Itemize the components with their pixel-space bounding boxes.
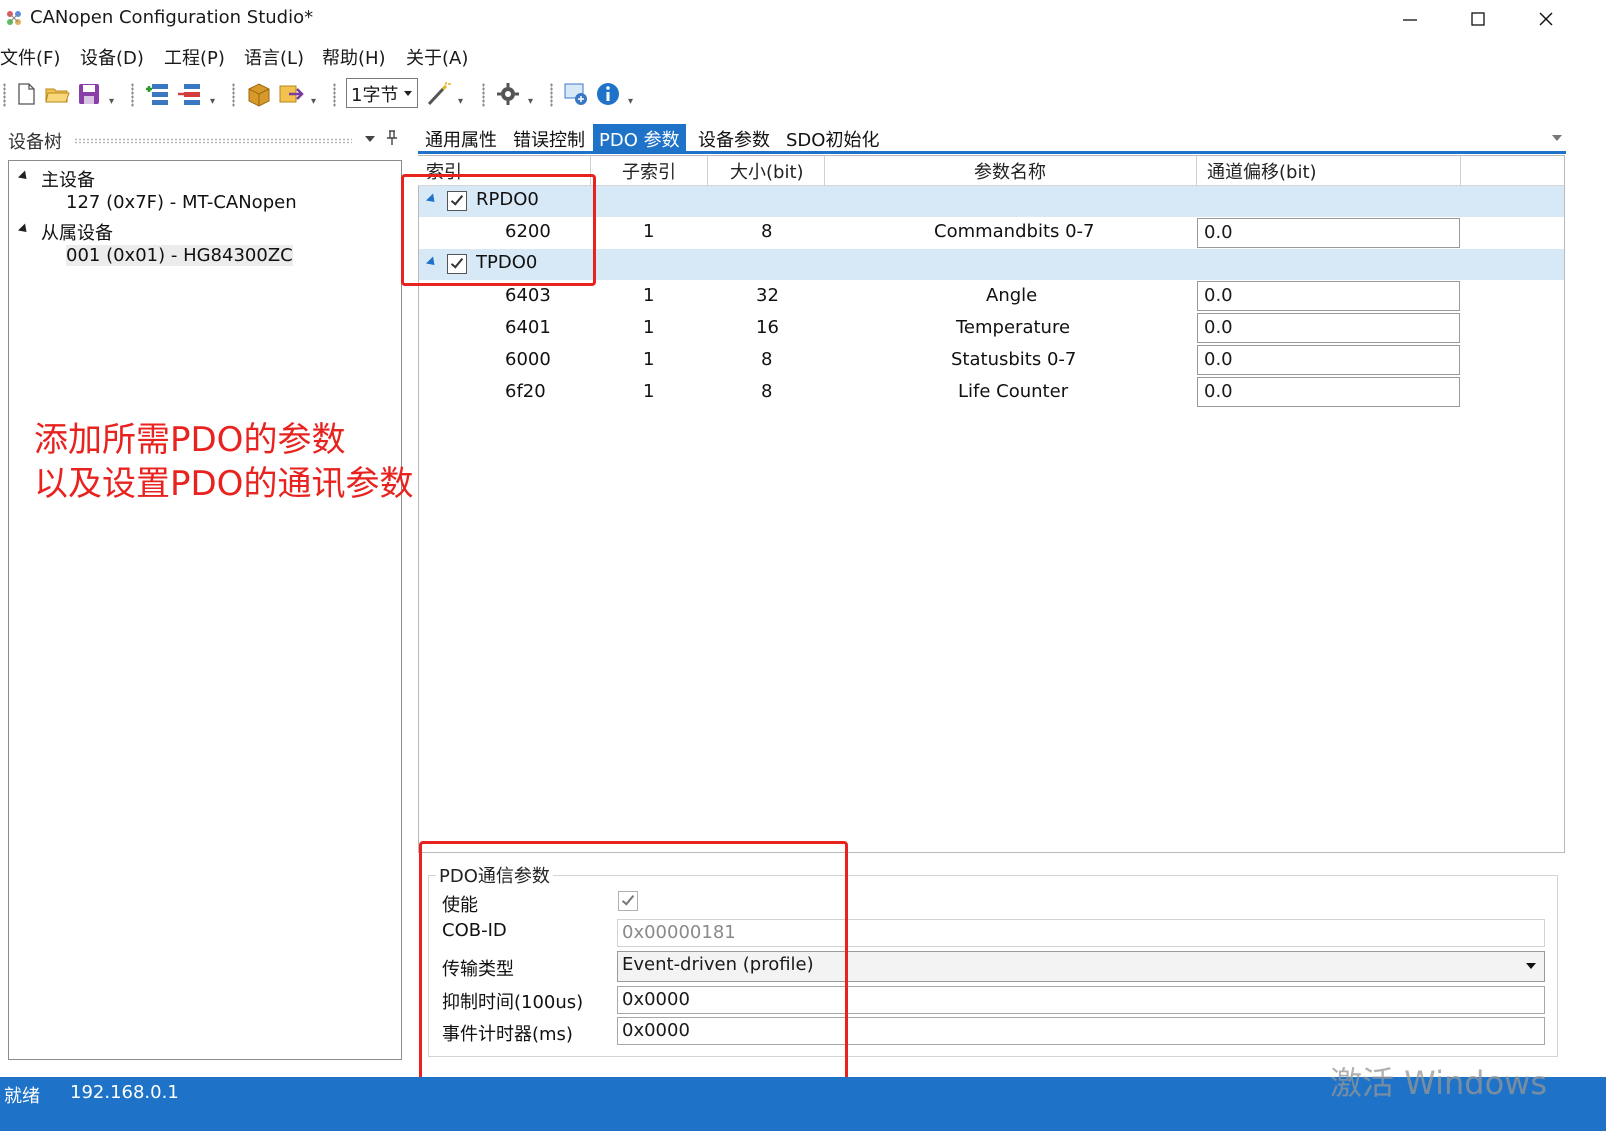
cell-size: 8 (761, 221, 773, 242)
settings-dropdown-icon[interactable]: ▾ (528, 96, 533, 107)
column-divider[interactable] (1196, 156, 1197, 186)
menu-about[interactable]: 关于(A) (406, 44, 468, 70)
menu-bar (0, 40, 1606, 72)
offset-input[interactable]: 0.0 (1197, 313, 1460, 343)
toolbar-grip[interactable] (550, 83, 553, 107)
menu-device[interactable]: 设备(D) (80, 44, 144, 70)
cell-param-name: Temperature (956, 317, 1071, 338)
cell-param-name: Life Counter (958, 381, 1069, 402)
chevron-down-icon (1526, 963, 1536, 969)
tree-node-master-device[interactable]: 127 (0x7F) - MT-CANopen (66, 192, 297, 213)
export-dropdown-icon[interactable]: ▾ (311, 96, 316, 107)
chevron-down-icon (404, 91, 412, 96)
cell-param-name: Angle (986, 285, 1038, 306)
save-dropdown-icon[interactable]: ▾ (109, 96, 114, 107)
magic-wand-icon[interactable] (424, 80, 452, 108)
toolbar-grip[interactable] (333, 83, 336, 107)
tab-pdo[interactable]: PDO 参数 (593, 124, 686, 153)
minimize-icon (1403, 19, 1417, 21)
tab-strip-underline (418, 151, 1566, 154)
column-header-subindex[interactable]: 子索引 (622, 158, 676, 184)
tree-node-slaves[interactable]: 从属设备 (41, 219, 113, 245)
cell-subindex: 1 (643, 285, 655, 306)
device-tree (8, 160, 402, 1060)
info-icon[interactable] (594, 80, 622, 108)
toolbar (0, 74, 1606, 120)
tab-device-params[interactable]: 设备参数 (692, 124, 776, 153)
offset-input[interactable]: 0.0 (1197, 345, 1460, 375)
byte-size-value: 1字节 (351, 85, 399, 106)
settings-gear-icon[interactable] (494, 80, 522, 108)
offset-input[interactable]: 0.0 (1197, 218, 1460, 248)
close-button[interactable] (1512, 0, 1580, 38)
package-icon[interactable] (245, 80, 273, 108)
tab-error-control[interactable]: 错误控制 (507, 124, 591, 153)
highlight-box-pdo-groups (401, 174, 596, 286)
tree-node-slave-device[interactable]: 001 (0x01) - HG84300ZC (66, 245, 293, 266)
cell-size: 32 (756, 285, 779, 306)
column-header-offset[interactable]: 通道偏移(bit) (1207, 158, 1317, 184)
tab-general[interactable]: 通用属性 (419, 124, 503, 153)
cell-subindex: 1 (643, 221, 655, 242)
cell-param-name: Commandbits 0-7 (934, 221, 1095, 242)
tab-sdo-init[interactable]: SDO初始化 (780, 124, 885, 153)
column-header-param-name[interactable]: 参数名称 (974, 158, 1046, 184)
activation-watermark: 激活 Windows (1330, 1064, 1548, 1102)
column-divider[interactable] (707, 156, 708, 186)
column-divider[interactable] (1460, 156, 1461, 186)
open-folder-icon[interactable] (43, 80, 71, 108)
menu-help[interactable]: 帮助(H) (322, 44, 386, 70)
toolbar-grip[interactable] (3, 83, 6, 107)
byte-size-select[interactable]: 1字节 (346, 78, 418, 108)
cell-size: 8 (761, 381, 773, 402)
offset-input[interactable]: 0.0 (1197, 377, 1460, 407)
new-file-icon[interactable] (12, 80, 40, 108)
annotation-line-1: 添加所需PDO的参数 (34, 420, 346, 460)
add-device-icon[interactable] (144, 80, 172, 108)
window-title: CANopen Configuration Studio* (30, 7, 314, 28)
toolbar-grip[interactable] (131, 83, 134, 107)
cell-subindex: 1 (643, 317, 655, 338)
offset-input[interactable]: 0.0 (1197, 281, 1460, 311)
panel-drag-handle[interactable] (74, 138, 352, 144)
column-header-size[interactable]: 大小(bit) (730, 158, 804, 184)
cell-param-name: Statusbits 0-7 (951, 349, 1077, 370)
export-icon[interactable] (277, 80, 305, 108)
monitor-icon[interactable] (562, 80, 590, 108)
cell-index: 6403 (505, 285, 551, 306)
app-logo-icon (7, 11, 21, 25)
tab-overflow-icon[interactable] (1552, 135, 1562, 141)
save-icon[interactable] (75, 80, 103, 108)
maximize-icon (1471, 12, 1485, 26)
menu-file[interactable]: 文件(F) (0, 44, 60, 70)
annotation-line-2: 以及设置PDO的通讯参数 (34, 464, 414, 504)
column-divider[interactable] (824, 156, 825, 186)
device-dropdown-icon[interactable]: ▾ (210, 96, 215, 107)
status-text: 就绪 (4, 1086, 40, 1107)
highlight-box-pdo-comm (419, 841, 848, 1081)
cell-subindex: 1 (643, 349, 655, 370)
cell-index: 6401 (505, 317, 551, 338)
panel-menu-chevron-icon[interactable] (364, 134, 376, 144)
cell-index: 6000 (505, 349, 551, 370)
cell-subindex: 1 (643, 381, 655, 402)
maximize-button[interactable] (1444, 0, 1512, 38)
toolbar-grip[interactable] (482, 83, 485, 107)
info-dropdown-icon[interactable]: ▾ (628, 96, 633, 107)
tree-node-master[interactable]: 主设备 (41, 166, 95, 192)
remove-device-icon[interactable] (176, 80, 204, 108)
device-tree-header: 设备树 (8, 132, 62, 153)
annotation-text: 添加所需PDO的参数 以及设置PDO的通讯参数 (34, 418, 413, 506)
menu-language[interactable]: 语言(L) (244, 44, 304, 70)
toolbar-grip[interactable] (232, 83, 235, 107)
cell-size: 8 (761, 349, 773, 370)
cell-index: 6f20 (505, 381, 546, 402)
menu-project[interactable]: 工程(P) (164, 44, 225, 70)
status-ip: 192.168.0.1 (70, 1082, 179, 1103)
wand-dropdown-icon[interactable]: ▾ (458, 96, 463, 107)
pin-icon[interactable] (386, 130, 398, 146)
minimize-button[interactable] (1376, 0, 1444, 38)
cell-size: 16 (756, 317, 779, 338)
close-icon (1539, 12, 1553, 26)
